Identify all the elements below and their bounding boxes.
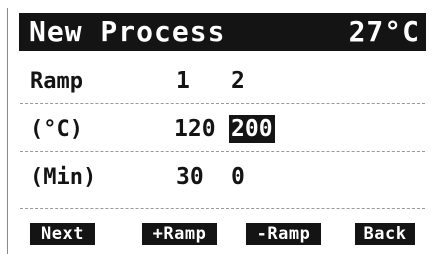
ramp-1-temperature-field[interactable]: 120 [172, 115, 218, 143]
back-button[interactable]: Back [355, 223, 415, 245]
ramp-2-temperature-field[interactable]: 200 [229, 115, 275, 143]
remove-ramp-button[interactable]: -Ramp [246, 223, 321, 245]
title-bar: New Process 27°C [19, 13, 426, 51]
row-divider [20, 103, 425, 104]
screen-title: New Process [29, 15, 226, 48]
time-row: (Min) 30 0 [19, 156, 426, 200]
ramp-2-time-field[interactable]: 0 [229, 163, 247, 191]
ramp-number-1: 1 [176, 68, 190, 94]
temperature-label: (°C) [30, 117, 83, 142]
time-label: (Min) [30, 165, 97, 190]
ramp-1-time-field[interactable]: 30 [174, 163, 206, 191]
ramp-label: Ramp [30, 69, 83, 94]
next-button[interactable]: Next [30, 223, 95, 245]
add-ramp-button[interactable]: +Ramp [142, 223, 217, 245]
row-divider [20, 208, 425, 209]
display-edge [7, 8, 8, 254]
row-divider [20, 151, 425, 152]
current-temperature: 27°C [348, 15, 420, 48]
temperature-row: (°C) 120 200 [19, 108, 426, 152]
ramp-number-2: 2 [231, 68, 245, 94]
ramp-row: Ramp 1 2 [19, 60, 426, 104]
controller-display: New Process 27°C Ramp 1 2 (°C) 120 200 (… [0, 0, 440, 254]
